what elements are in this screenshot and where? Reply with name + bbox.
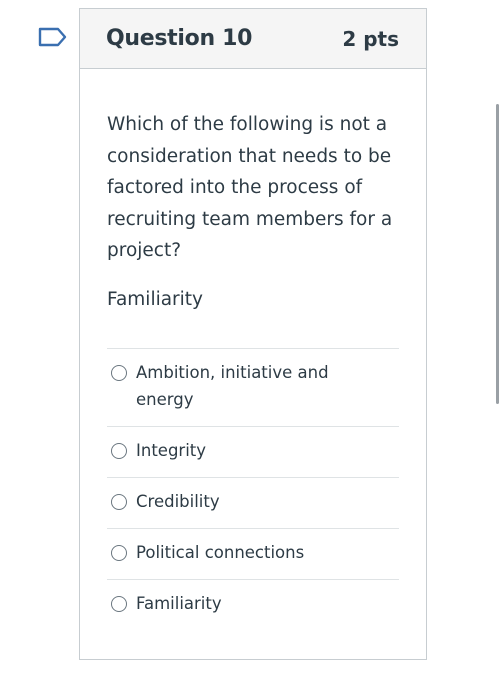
radio-button[interactable]: [111, 364, 127, 381]
radio-button[interactable]: [111, 442, 127, 459]
answer-option[interactable]: Integrity: [107, 425, 399, 477]
radio-button[interactable]: [111, 544, 127, 561]
quiz-page: Question 10 2 pts Which of the following…: [0, 0, 500, 700]
page-scrollbar[interactable]: [496, 104, 499, 404]
answer-list: Ambition, initiative and energy Integrit…: [107, 347, 399, 630]
question-body: Which of the following is not a consider…: [80, 69, 426, 630]
question-title: Question 10: [106, 26, 253, 51]
question-header: Question 10 2 pts: [80, 9, 426, 69]
answer-label: Integrity: [136, 440, 207, 460]
answer-label: Credibility: [136, 491, 220, 511]
radio-button[interactable]: [111, 595, 127, 612]
radio-button[interactable]: [111, 493, 127, 510]
answer-option[interactable]: Ambition, initiative and energy: [107, 347, 399, 426]
answer-option[interactable]: Political connections: [107, 527, 399, 579]
answer-label: Political connections: [136, 542, 305, 562]
answer-option[interactable]: Familiarity: [107, 578, 399, 630]
question-text: Which of the following is not a consider…: [107, 114, 393, 261]
question-card: Question 10 2 pts Which of the following…: [79, 8, 427, 660]
question-answer-text: Familiarity: [107, 288, 204, 310]
answer-label: Familiarity: [136, 593, 222, 613]
question-points: 2 pts: [342, 26, 399, 51]
answer-label: Ambition, initiative and energy: [136, 362, 329, 409]
flag-question-icon[interactable]: [38, 27, 68, 47]
answer-option[interactable]: Credibility: [107, 476, 399, 528]
